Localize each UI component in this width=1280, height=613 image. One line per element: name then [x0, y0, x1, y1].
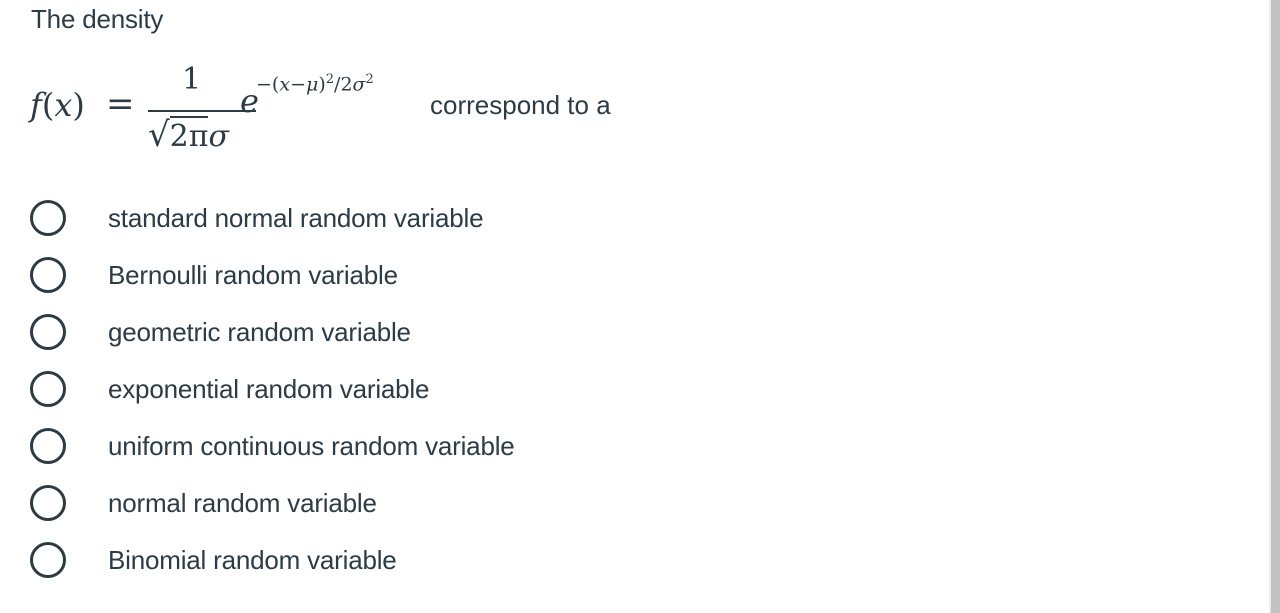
formula-equals: = — [106, 84, 135, 124]
option-label[interactable]: exponential random variable — [108, 374, 429, 405]
exp-close: ) — [318, 73, 326, 96]
formula-denominator: √2πσ — [148, 115, 229, 155]
exp-x: x — [279, 73, 291, 96]
exp-sigma: σ — [352, 73, 366, 96]
option-geometric[interactable]: geometric random variable — [30, 307, 1130, 357]
option-label[interactable]: uniform continuous random variable — [108, 431, 515, 462]
exp-div: /2 — [334, 73, 353, 96]
exp-prefix: −( — [256, 73, 280, 96]
option-label[interactable]: standard normal random variable — [108, 203, 484, 234]
option-label[interactable]: Binomial random variable — [108, 545, 397, 576]
exp-mu: μ — [305, 73, 319, 96]
sqrt-icon: √ — [148, 115, 170, 155]
formula-exponent: −(x−μ)2/2σ2 — [256, 72, 374, 95]
radio-button[interactable] — [30, 542, 66, 578]
formula-sigma: σ — [208, 119, 229, 154]
question-tail: correspond to a — [430, 90, 611, 120]
formula-f: f — [30, 86, 42, 124]
option-label[interactable]: normal random variable — [108, 488, 377, 519]
formula-paren-close: ) — [72, 86, 85, 124]
radio-button[interactable] — [30, 485, 66, 521]
exp-minus: − — [290, 73, 306, 96]
option-normal[interactable]: normal random variable — [30, 478, 1130, 528]
exp-square: 2 — [325, 72, 335, 87]
vertical-scrollbar[interactable] — [1269, 0, 1280, 613]
option-bernoulli[interactable]: Bernoulli random variable — [30, 250, 1130, 300]
formula-x: x — [54, 86, 73, 124]
option-label[interactable]: geometric random variable — [108, 317, 411, 348]
option-binomial[interactable]: Binomial random variable — [30, 535, 1130, 585]
option-exponential[interactable]: exponential random variable — [30, 364, 1130, 414]
formula-numerator: 1 — [182, 62, 202, 97]
radio-button[interactable] — [30, 428, 66, 464]
exp-sigma-square: 2 — [365, 72, 374, 87]
option-standard-normal[interactable]: standard normal random variable — [30, 193, 1130, 243]
radio-button[interactable] — [30, 314, 66, 350]
radio-button[interactable] — [30, 200, 66, 236]
radio-button[interactable] — [30, 257, 66, 293]
radio-button[interactable] — [30, 371, 66, 407]
density-formula: f(x) = 1 √2πσ e −(x−μ)2/2σ2 correspond t… — [30, 60, 670, 160]
question-intro: The density — [31, 4, 164, 34]
option-label[interactable]: Bernoulli random variable — [108, 260, 398, 291]
formula-radicand: 2π — [169, 116, 209, 154]
formula-lhs: f(x) — [30, 86, 85, 124]
option-uniform-continuous[interactable]: uniform continuous random variable — [30, 421, 1130, 471]
formula-paren-open: ( — [41, 86, 55, 124]
